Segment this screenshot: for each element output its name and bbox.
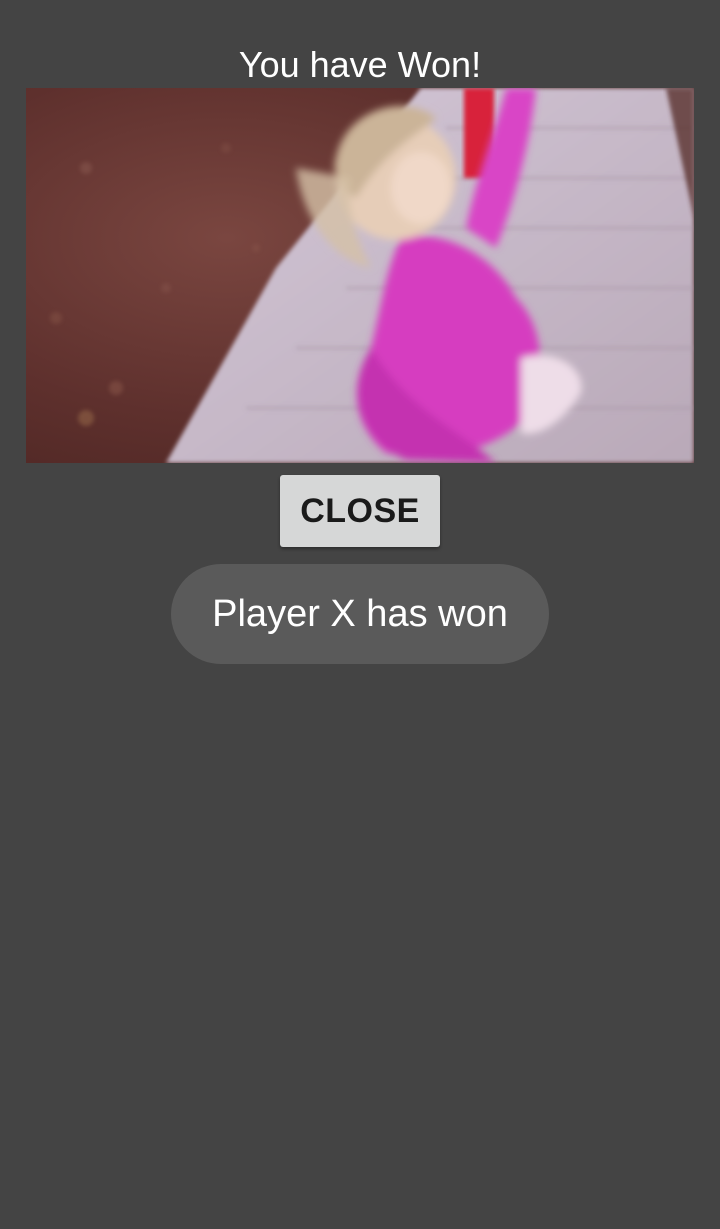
close-button[interactable]: CLOSE — [280, 475, 440, 547]
winner-screen: You have Won! CLOSE Player X has won — [0, 0, 720, 1229]
dialog-title: You have Won! — [238, 44, 482, 85]
toast-text: Player X has won — [212, 592, 508, 635]
toast-message: Player X has won — [171, 564, 549, 664]
winner-photo — [26, 88, 694, 463]
